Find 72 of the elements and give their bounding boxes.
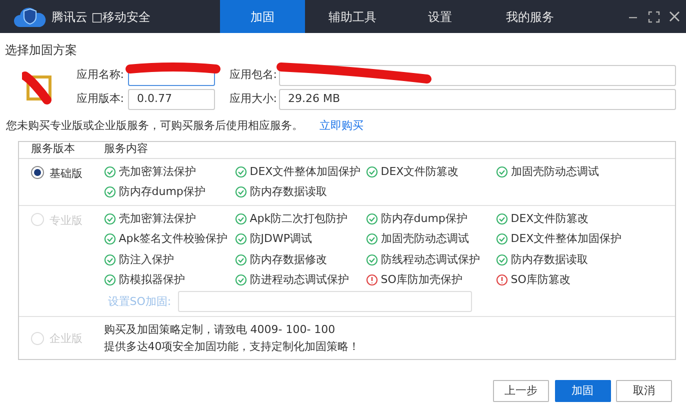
- feature-label: DEX文件防篡改: [380, 164, 459, 180]
- feature-label: Apk签名文件校验保护: [118, 231, 228, 247]
- app-icon: [22, 70, 54, 104]
- check-icon: [234, 274, 247, 286]
- version-label: 基础版: [50, 166, 82, 182]
- check-icon: [234, 212, 247, 225]
- input-field[interactable]: [279, 65, 676, 86]
- feature-label: 加固壳防动态调试: [510, 164, 599, 180]
- check-icon: [104, 233, 116, 246]
- feature-label: 防内存数据读取: [510, 252, 588, 268]
- field-label: 应用大小:: [228, 91, 277, 108]
- section-title: 选择加固方案: [4, 42, 78, 59]
- field-label: 应用版本:: [75, 91, 124, 108]
- feature-label: 防内存数据读取: [250, 184, 327, 200]
- check-icon: [496, 212, 508, 225]
- dialog-button[interactable]: 上一步: [493, 380, 549, 402]
- feature-label: SO库防篡改: [510, 272, 570, 288]
- nav-tab[interactable]: 我的服务: [480, 0, 580, 33]
- feature-label: DEX文件整体加固保护: [510, 231, 622, 247]
- check-icon: [234, 166, 247, 178]
- check-icon: [104, 212, 116, 225]
- check-icon: [496, 254, 508, 266]
- feature-label: 防内存dump保护: [118, 184, 206, 200]
- input-field[interactable]: 0.0.77: [128, 89, 215, 110]
- nav-tab[interactable]: 辅助工具: [305, 0, 400, 33]
- shield-cloud-logo-icon: [14, 6, 46, 28]
- column-header: 服务版本: [30, 141, 76, 158]
- feature-label: 加固壳防动态调试: [380, 231, 469, 247]
- check-icon: [104, 254, 116, 266]
- feature-label: 防内存数据修改: [250, 252, 327, 268]
- so-input-field[interactable]: [178, 291, 472, 312]
- check-icon: [234, 233, 247, 246]
- feature-label: DEX文件防篡改: [510, 210, 589, 226]
- check-icon: [366, 166, 378, 178]
- buy-now-link[interactable]: 立即购买: [320, 118, 364, 134]
- dialog-button[interactable]: 取消: [616, 380, 672, 402]
- check-icon: [234, 254, 247, 266]
- warning-icon: [496, 274, 508, 286]
- column-header: 服务内容: [102, 141, 148, 158]
- feature-label: 防线程动态调试保护: [380, 252, 480, 268]
- field-label: 应用名称:: [75, 67, 124, 84]
- description-text: 购买及加固策略定制，请致电 4009- 100- 100: [104, 322, 336, 338]
- check-icon: [234, 186, 247, 198]
- feature-label: 防内存dump保护: [380, 210, 468, 226]
- notice-text: 您未购买专业版或企业版服务，可购买服务后使用相应服务。: [6, 118, 303, 134]
- so-setting-label: 设置SO加固:: [108, 294, 172, 310]
- check-icon: [366, 233, 378, 246]
- feature-label: SO库防加壳保护: [380, 272, 462, 288]
- check-icon: [366, 254, 378, 266]
- field-label: 应用包名:: [228, 67, 277, 84]
- check-icon: [104, 186, 116, 198]
- feature-label: 防模拟器保护: [118, 272, 185, 288]
- feature-label: 防进程动态调试保护: [250, 272, 349, 288]
- feature-label: DEX文件整体加固保护: [250, 164, 361, 180]
- check-icon: [496, 166, 508, 178]
- dialog-button[interactable]: 加固: [554, 380, 610, 402]
- check-icon: [496, 233, 508, 246]
- check-icon: [104, 274, 116, 286]
- feature-label: Apk防二次打包防护: [250, 210, 348, 226]
- feature-label: 防注入保护: [118, 252, 174, 268]
- check-icon: [366, 212, 378, 225]
- radio-button[interactable]: [31, 166, 44, 178]
- description-text: 提供多达40项安全加固功能，支持定制化加固策略！: [104, 338, 360, 355]
- feature-label: 防JDWP调试: [250, 231, 312, 247]
- input-field[interactable]: 29.26 MB: [279, 89, 676, 110]
- app-title: 腾讯云 □移动安全: [52, 8, 151, 26]
- feature-label: 壳加密算法保护: [118, 164, 196, 180]
- warning-icon: [366, 274, 378, 286]
- nav-tab[interactable]: 加固: [220, 0, 305, 33]
- feature-label: 壳加密算法保护: [118, 210, 196, 226]
- check-icon: [104, 166, 116, 178]
- nav-tab[interactable]: 设置: [400, 0, 480, 33]
